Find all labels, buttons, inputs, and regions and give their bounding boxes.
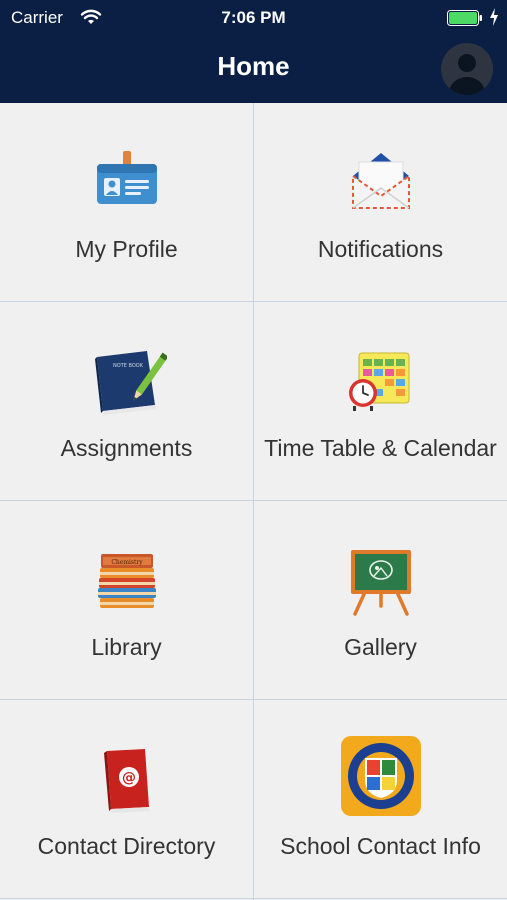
menu-label: Contact Directory [37, 833, 216, 859]
status-bar: Carrier 7:06 PM [0, 0, 507, 36]
menu-label: Assignments [60, 435, 193, 461]
notebook-pencil-icon: NOTE BOOK [94, 351, 167, 415]
book-title-text: Chemistry [111, 559, 143, 566]
grid-divider [253, 103, 254, 900]
grid-divider [0, 898, 507, 899]
svg-text:@: @ [122, 770, 136, 786]
app-header: Carrier 7:06 PM Home [0, 0, 507, 103]
id-card-icon [96, 151, 157, 204]
menu-tile-contact-directory[interactable]: @ Contact Directory [0, 700, 253, 899]
calendar-clock-icon [348, 352, 409, 411]
books-stack-icon: Chemistry [97, 554, 156, 608]
school-crest-icon [340, 736, 421, 816]
address-book-icon: @ [103, 749, 149, 813]
menu-label: Library [91, 634, 162, 660]
menu-label: School Contact Info [280, 833, 481, 859]
clock: 7:06 PM [221, 8, 286, 27]
charging-bolt-icon [490, 8, 498, 26]
menu-tile-gallery[interactable]: Gallery [254, 501, 507, 700]
notebook-cover-text: NOTE BOOK [113, 363, 144, 369]
menu-tile-assignments[interactable]: NOTE BOOK Assignments [0, 302, 253, 501]
easel-board-icon [350, 550, 411, 616]
grid-divider [0, 699, 507, 700]
menu-label: Notifications [317, 236, 444, 262]
menu-tile-library[interactable]: Chemistry Library [0, 501, 253, 700]
menu-label: Gallery [344, 634, 417, 660]
page-title: Home [217, 51, 290, 81]
menu-label: Time Table & Calendar [264, 435, 497, 461]
grid-divider [0, 301, 507, 302]
envelope-icon [351, 153, 410, 209]
user-avatar-icon[interactable] [441, 43, 493, 95]
menu-tile-time-table-calendar[interactable]: Time Table & Calendar [254, 302, 507, 501]
menu-tile-school-contact-info[interactable]: School Contact Info [254, 700, 507, 899]
menu-label: My Profile [75, 236, 178, 262]
menu-tile-my-profile[interactable]: My Profile [0, 103, 253, 302]
menu-grid: My Profile Notifications NOTE BOOK Assig… [0, 103, 507, 900]
grid-divider [0, 500, 507, 501]
battery-icon [447, 10, 482, 26]
menu-tile-notifications[interactable]: Notifications [254, 103, 507, 302]
